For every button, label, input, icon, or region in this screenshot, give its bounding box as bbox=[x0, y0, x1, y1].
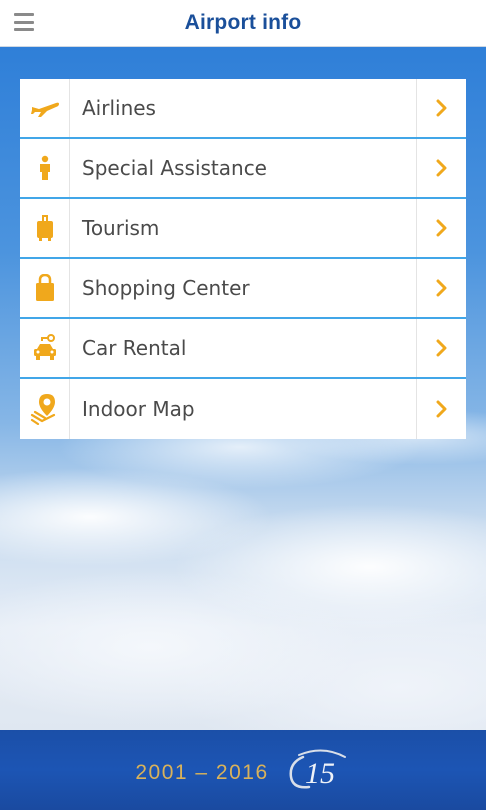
anniversary-logo-text: 15 bbox=[305, 757, 335, 790]
menu-item-label: Indoor Map bbox=[82, 397, 195, 421]
map-pin-icon bbox=[20, 379, 70, 439]
chevron-right-icon bbox=[416, 199, 466, 257]
airplane-icon bbox=[20, 79, 70, 137]
chevron-right-icon bbox=[416, 319, 466, 377]
menu-item-label: Car Rental bbox=[82, 336, 187, 360]
page-title: Airport info bbox=[184, 11, 302, 34]
chevron-right-icon bbox=[416, 139, 466, 197]
shopping-bag-icon bbox=[20, 259, 70, 317]
menu-item-car-rental[interactable]: Car Rental bbox=[20, 319, 466, 379]
chevron-right-icon bbox=[416, 79, 466, 137]
person-icon bbox=[20, 139, 70, 197]
suitcase-icon bbox=[20, 199, 70, 257]
menu-item-label: Tourism bbox=[82, 216, 160, 240]
anniversary-years: 2001 – 2016 bbox=[135, 761, 269, 784]
chevron-right-icon bbox=[416, 379, 466, 439]
car-icon bbox=[20, 319, 70, 377]
menu-item-label: Airlines bbox=[82, 96, 156, 120]
chevron-right-icon bbox=[416, 259, 466, 317]
menu-item-special-assistance[interactable]: Special Assistance bbox=[20, 139, 466, 199]
app-header: Airport info bbox=[0, 0, 486, 47]
menu-item-shopping-center[interactable]: Shopping Center bbox=[20, 259, 466, 319]
menu-item-tourism[interactable]: Tourism bbox=[20, 199, 466, 259]
hamburger-menu-icon[interactable] bbox=[14, 13, 34, 31]
footer-banner: 2001 – 2016 15 bbox=[0, 730, 486, 810]
menu-item-airlines[interactable]: Airlines bbox=[20, 79, 466, 139]
menu-item-label: Special Assistance bbox=[82, 156, 267, 180]
airport-info-menu: Airlines Special Assistance Tourism Shop… bbox=[20, 79, 466, 439]
menu-item-label: Shopping Center bbox=[82, 276, 250, 300]
menu-item-indoor-map[interactable]: Indoor Map bbox=[20, 379, 466, 439]
anniversary-logo: 15 bbox=[289, 749, 346, 790]
